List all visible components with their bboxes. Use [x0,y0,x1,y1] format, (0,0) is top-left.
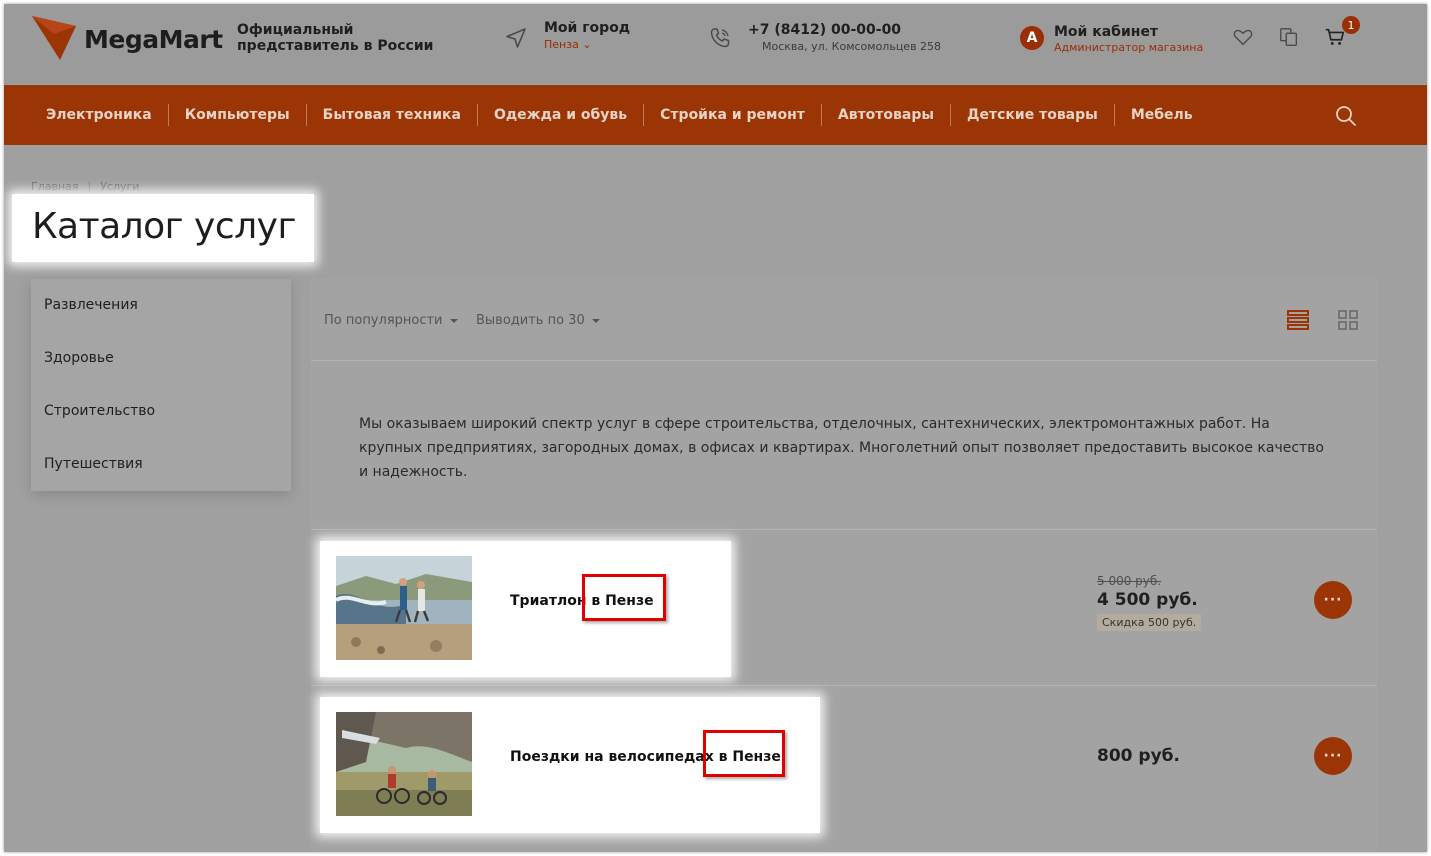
page-title-container: Каталог услуг [12,194,314,262]
account-title: Мой кабинет [1054,24,1159,40]
breadcrumb-separator: | [87,180,92,193]
page-title: Каталог услуг [32,206,296,247]
sidebar-item-travel[interactable]: Путешествия [31,438,291,491]
store-address: Москва, ул. Комсомольцев 258 [762,40,942,53]
service-categories-sidebar: Развлечения Здоровье Строительство Путеш… [31,279,291,491]
compare-icon[interactable] [1278,26,1300,48]
grid-view-icon[interactable] [1337,309,1359,331]
heart-icon[interactable] [1232,26,1254,48]
breadcrumb-home[interactable]: Главная [31,180,79,193]
catalog-toolbar: По популярности Выводить по 30 [311,279,1377,361]
category-nav: Электроника Компьютеры Бытовая техника О… [4,85,1427,145]
nav-item-clothing[interactable]: Одежда и обувь [478,104,645,126]
more-options-button[interactable]: ··· [1314,581,1352,619]
service-image-bike-trips[interactable] [336,712,472,816]
city-value[interactable]: Пенза ⌄ [544,38,630,51]
avatar: A [1020,26,1044,50]
nav-item-furniture[interactable]: Мебель [1115,104,1209,126]
row-divider [311,685,1377,686]
highlight-box-city [703,730,785,777]
city-title: Мой город [544,20,631,36]
breadcrumb: Главная | Услуги [31,180,139,193]
nav-item-kids[interactable]: Детские товары [951,104,1115,126]
sort-label: По популярности [324,313,443,328]
catalog-description: Мы оказываем широкий спектр услуг в сфер… [359,416,1325,480]
tagline: Официальный представитель в России [237,22,433,54]
tagline-line-1: Официальный [237,22,354,38]
service-image-triathlon[interactable] [336,556,472,660]
old-price: 5 000 руб. [1097,574,1162,588]
sidebar-item-construction[interactable]: Строительство [31,385,291,438]
cycling-photo-icon [336,712,472,816]
price: 4 500 руб. [1097,590,1198,610]
breadcrumb-current: Услуги [100,180,140,193]
site-header: MegaMart Официальный представитель в Рос… [4,4,1427,84]
chevron-down-icon: ⌄ [582,38,592,51]
highlight-box-city [582,574,666,621]
service-card-triathlon[interactable]: Триатлон в Пензе [320,541,731,677]
phone-icon [710,28,730,48]
per-page-dropdown[interactable]: Выводить по 30 [476,313,600,328]
account-block[interactable]: A Мой кабинет Администратор магазина [1020,24,1203,54]
row-divider [311,529,1377,530]
city-selector[interactable]: Мой город Пенза ⌄ [504,20,630,51]
sidebar-item-health[interactable]: Здоровье [31,332,291,385]
phone-number[interactable]: +7 (8412) 00-00-00 [748,22,941,38]
nav-item-computers[interactable]: Компьютеры [169,104,307,126]
discount-badge: Скидка 500 руб. [1097,614,1202,631]
city-value-text: Пенза [544,38,579,51]
browser-viewport: MegaMart Официальный представитель в Рос… [4,4,1427,852]
location-arrow-icon [506,28,526,48]
caret-down-icon [449,318,458,323]
sidebar-item-entertainment[interactable]: Развлечения [31,279,291,332]
more-options-button[interactable]: ··· [1314,737,1352,775]
caret-down-icon [591,318,600,323]
nav-item-appliances[interactable]: Бытовая техника [307,104,478,126]
phone-block[interactable]: +7 (8412) 00-00-00 Москва, ул. Комсомоль… [708,22,941,53]
logo[interactable]: MegaMart [30,14,223,64]
per-page-label: Выводить по 30 [476,313,585,328]
list-view-icon[interactable] [1287,309,1309,331]
nav-item-construction[interactable]: Стройка и ремонт [644,104,822,126]
triathlon-photo-icon [336,556,472,660]
price: 800 руб. [1097,746,1180,766]
nav-item-electronics[interactable]: Электроника [30,104,169,126]
logo-mark-icon [32,16,76,60]
account-role: Администратор магазина [1054,41,1204,54]
nav-item-auto[interactable]: Автотовары [822,104,952,126]
cart-count-badge: 1 [1342,16,1360,34]
logo-text: MegaMart [84,24,223,54]
tagline-line-2: представитель в России [237,38,434,54]
sort-dropdown[interactable]: По популярности [324,313,458,328]
search-icon[interactable] [1334,104,1358,128]
